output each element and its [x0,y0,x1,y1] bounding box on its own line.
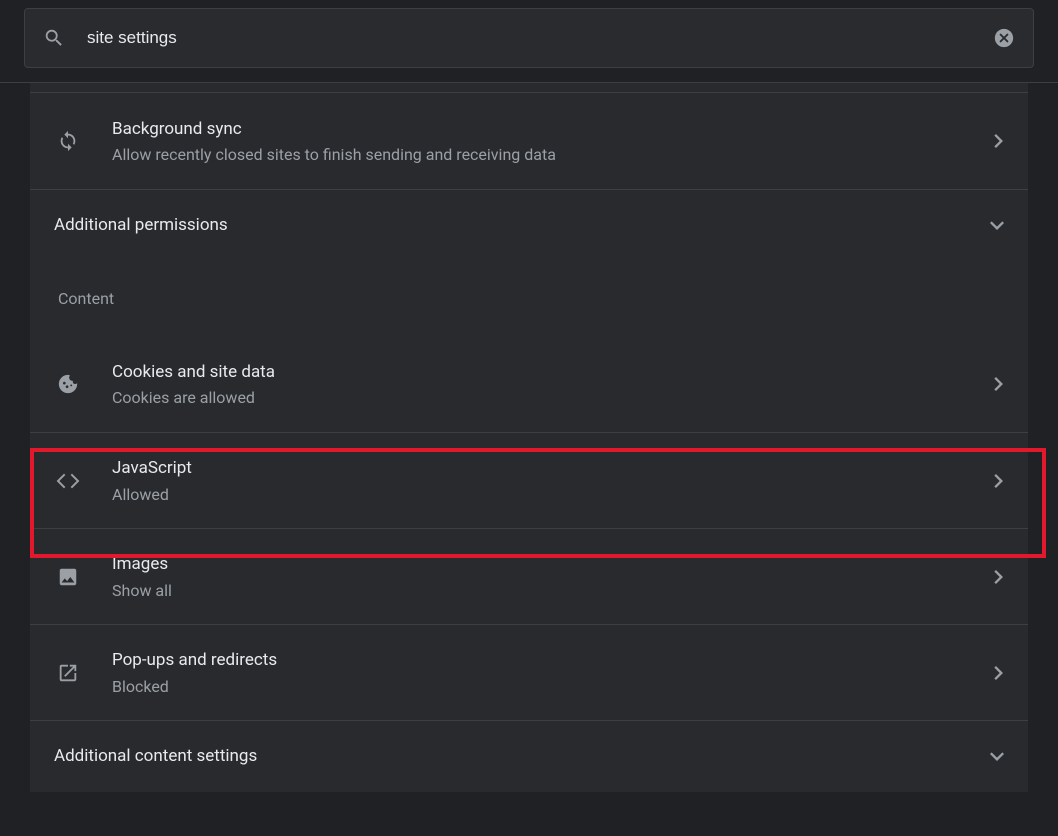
clear-search-icon[interactable] [993,27,1015,49]
row-javascript[interactable]: JavaScript Allowed [30,432,1028,528]
row-subtitle: Cookies are allowed [112,388,994,407]
search-input[interactable] [87,28,993,48]
row-subtitle: Allowed [112,485,994,504]
cookie-icon [54,373,82,395]
sync-icon [54,130,82,152]
image-icon [54,566,82,588]
row-title: Pop-ups and redirects [112,649,994,673]
open-in-new-icon [54,662,82,684]
chevron-right-icon [994,377,1004,391]
chevron-right-icon [994,570,1004,584]
row-title: Background sync [112,118,994,142]
chevron-down-icon [990,752,1004,762]
row-subtitle: Allow recently closed sites to finish se… [112,145,994,164]
row-background-sync[interactable]: Background sync Allow recently closed si… [30,93,1028,189]
code-icon [54,473,82,489]
chevron-right-icon [994,666,1004,680]
row-additional-content-settings[interactable]: Additional content settings [30,720,1028,792]
row-title: Additional permissions [54,214,990,238]
row-title: Additional content settings [54,745,990,769]
section-header-content: Content [30,261,1028,318]
row-title: Images [112,553,994,577]
row-images[interactable]: Images Show all [30,528,1028,624]
row-subtitle: Blocked [112,677,994,696]
search-bar[interactable] [24,8,1034,68]
row-cookies[interactable]: Cookies and site data Cookies are allowe… [30,336,1028,432]
row-title: Cookies and site data [112,361,994,385]
chevron-down-icon [990,221,1004,231]
row-title: JavaScript [112,457,994,481]
row-subtitle: Show all [112,581,994,600]
chevron-right-icon [994,474,1004,488]
search-icon [43,27,65,49]
row-additional-permissions[interactable]: Additional permissions [30,189,1028,261]
chevron-right-icon [994,134,1004,148]
row-popups-redirects[interactable]: Pop-ups and redirects Blocked [30,624,1028,720]
